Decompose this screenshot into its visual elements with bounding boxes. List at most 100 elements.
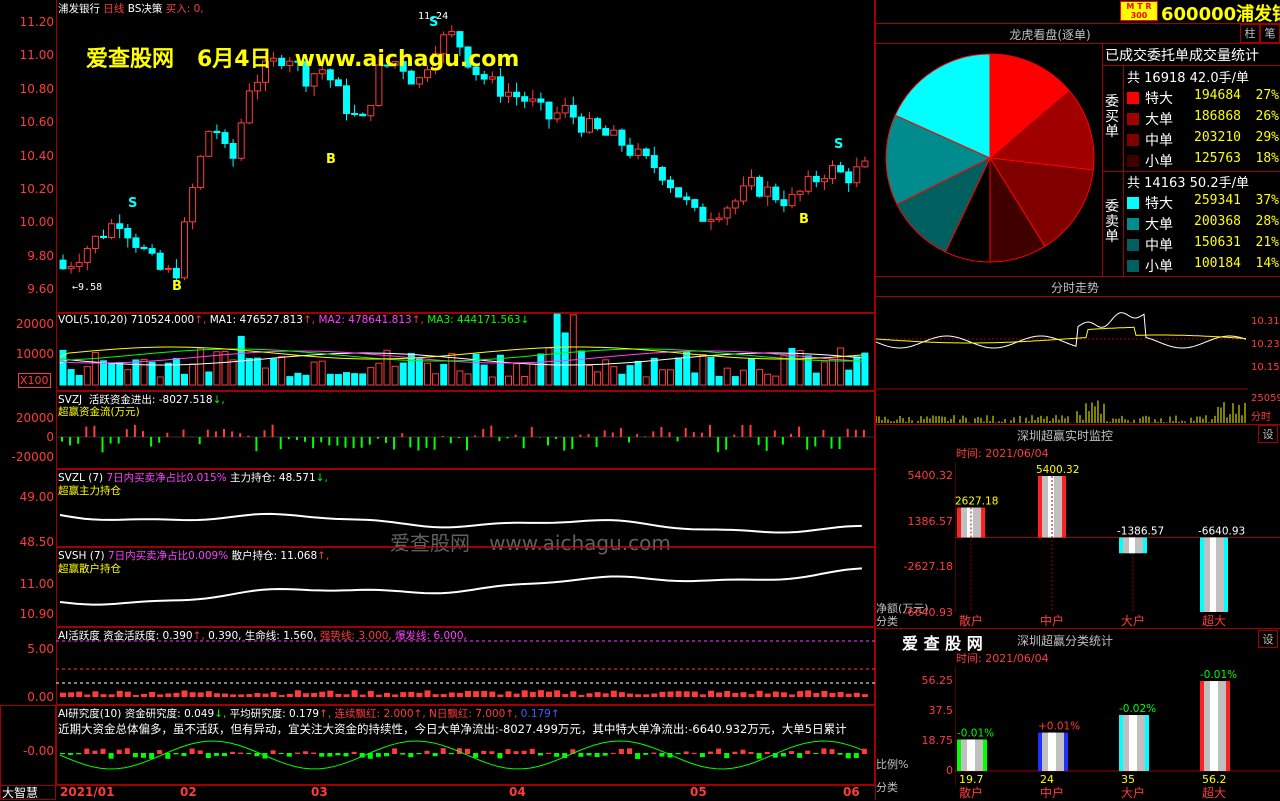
research-bar	[514, 751, 519, 754]
fund-flow-bar	[215, 431, 217, 437]
research-bar	[400, 753, 405, 755]
volume-bar	[279, 357, 285, 385]
activity-bar	[335, 694, 341, 697]
candle	[449, 25, 455, 37]
volume-bar	[732, 377, 738, 385]
research-bar	[190, 748, 195, 754]
pie-title: 龙虎看盘(逐单)	[985, 26, 1115, 43]
monitor-category: 散户	[959, 612, 983, 629]
research-bar	[157, 750, 162, 754]
candle	[562, 98, 568, 118]
volume-bar	[627, 366, 633, 385]
fund-flow-bar	[110, 437, 112, 444]
intraday-vol-tick: 25059	[1251, 393, 1280, 404]
research-bar	[149, 753, 154, 759]
fund-flow-bar	[660, 427, 662, 437]
research-bar	[335, 753, 340, 755]
fund-flow-bar	[417, 437, 419, 450]
candle	[716, 213, 722, 223]
volume-bar	[570, 315, 576, 385]
monitor-y-tick: -6640.93	[895, 606, 953, 619]
volume-bar	[246, 359, 252, 385]
fund-flow-bar	[847, 429, 849, 437]
candle	[765, 181, 771, 206]
activity-bar	[813, 693, 819, 697]
research-bar	[222, 753, 227, 756]
ai-activity-y-tick: 5.00	[0, 642, 54, 656]
research-bar	[538, 753, 543, 756]
candle	[238, 118, 244, 160]
volume-bar	[287, 377, 293, 385]
ai-activity-y-tick: 0.00	[0, 690, 54, 704]
research-bar	[781, 753, 786, 756]
sell-row-name: 中单	[1145, 235, 1173, 255]
sell-side-label: 委卖单	[1105, 200, 1121, 245]
volume-bar	[344, 373, 350, 385]
column-view-button[interactable]: 柱	[1240, 24, 1260, 43]
sell-signal-marker: S	[834, 137, 843, 152]
candle	[708, 212, 714, 230]
volume-bar	[489, 377, 495, 385]
research-bar	[303, 751, 308, 754]
fund-flow-bar	[531, 427, 533, 437]
research-bar	[595, 753, 600, 757]
classify-settings-button[interactable]: 设	[1258, 630, 1278, 648]
volume-bar	[765, 374, 771, 385]
research-bar	[813, 753, 818, 754]
research-bar	[173, 753, 178, 754]
fund-flow-bar	[150, 437, 152, 447]
candle	[222, 129, 228, 148]
legend-swatch	[1127, 218, 1139, 230]
mtr-badge[interactable]: M T R 300	[1120, 1, 1158, 21]
buy-row-value: 203210	[1183, 130, 1241, 145]
activity-bar	[489, 692, 495, 697]
candle	[182, 217, 188, 280]
research-bar	[830, 749, 835, 754]
activity-bar	[376, 695, 382, 697]
fund-flow-bar	[685, 428, 687, 437]
volume-bar	[400, 363, 406, 385]
candle	[352, 105, 358, 117]
research-bar	[757, 753, 762, 759]
sell-row-value: 150631	[1183, 235, 1241, 250]
volume-bar	[214, 352, 220, 385]
activity-bar	[514, 694, 520, 697]
watermark-date: 6月4日	[197, 47, 272, 72]
legend-swatch	[1127, 113, 1139, 125]
activity-bar	[68, 692, 74, 697]
monitor-settings-button[interactable]: 设	[1258, 425, 1278, 443]
volume-bar	[295, 373, 301, 385]
fund-flow-bar	[207, 430, 209, 437]
research-bar	[684, 751, 689, 754]
classify-pct: -0.01%	[1200, 669, 1237, 681]
activity-bar	[838, 692, 844, 697]
fund-flow-bar	[126, 429, 128, 437]
activity-bar	[157, 694, 163, 697]
svzj-y-tick: -20000	[0, 450, 54, 464]
candle	[141, 245, 147, 251]
volume-bar	[173, 358, 179, 385]
candle	[68, 262, 74, 274]
activity-bar	[433, 694, 439, 697]
research-bar	[425, 751, 430, 754]
vol-unit-button[interactable]: X100	[18, 373, 51, 388]
volume-bar	[254, 358, 260, 385]
svsh-y-tick: 11.00	[0, 577, 54, 591]
fund-flow-bar	[588, 434, 590, 437]
candle	[416, 77, 422, 88]
classify-bar	[1119, 715, 1149, 771]
volume-bar	[619, 374, 625, 385]
activity-bar	[109, 694, 115, 697]
candle	[214, 125, 220, 140]
candle	[198, 155, 204, 190]
activity-bar	[781, 692, 787, 697]
tick-view-button[interactable]: 笔	[1260, 24, 1280, 43]
fund-flow-bar	[304, 437, 306, 442]
fund-flow-bar	[102, 437, 104, 452]
intraday-chart[interactable]	[876, 297, 1248, 424]
monitor-chart: 2627.185400.32-1386.57-6640.93	[955, 462, 1280, 612]
date-tick: 05	[690, 785, 707, 799]
activity-bar	[522, 690, 528, 697]
volume-bar	[781, 356, 787, 385]
volume-bar	[659, 370, 665, 385]
